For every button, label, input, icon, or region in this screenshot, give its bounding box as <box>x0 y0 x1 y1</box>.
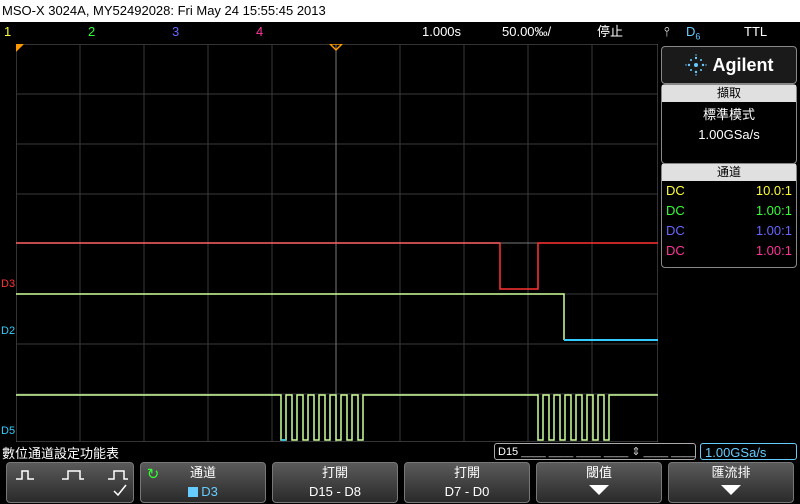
trigger-source: D6 <box>686 22 700 47</box>
open-hi-value: D15 - D8 <box>308 484 362 499</box>
channel-softkey-value-text: D3 <box>201 484 218 499</box>
digital-bus-pattern: ____ ____ ____ ____ ⇕ ____ ____ ____ ⇕ <box>521 446 696 458</box>
channel-probe: 1.00:1 <box>755 223 792 238</box>
ttl-pulse-icon <box>16 470 34 480</box>
softkey-bar: ↻ 通道 D3 打開 D15 - D8 打開 D7 - D0 閾值 匯流排 <box>0 462 800 503</box>
channels-header: 通道 <box>662 164 796 181</box>
channel-probe: 1.00:1 <box>755 203 792 218</box>
timebase-readout: 1.000s <box>422 24 462 39</box>
check-icon <box>113 484 127 497</box>
channel-coupling: DC <box>666 183 685 198</box>
channel-4-indicator[interactable]: 4 <box>256 22 263 42</box>
open-d15-d8-softkey[interactable]: 打開 D15 - D8 <box>272 462 398 503</box>
bus-softkey[interactable]: 匯流排 <box>668 462 794 503</box>
threshold-softkey[interactable]: 閾值 <box>536 462 662 503</box>
open-d7-d0-softkey[interactable]: 打開 D7 - D0 <box>404 462 530 503</box>
channel-softkey-value: D3 <box>141 483 265 501</box>
channel-coupling: DC <box>666 223 685 238</box>
horizontal-position-readout: 50.00‰/ <box>502 24 552 39</box>
chevron-down-icon <box>589 485 609 495</box>
logic-family-icons <box>16 470 128 497</box>
acquisition-panel: 擷取 標準模式 1.00GSa/s <box>661 84 797 164</box>
channel-probe: 10.0:1 <box>755 183 792 198</box>
channel-color-swatch-icon <box>188 487 199 497</box>
channel-select-softkey[interactable]: ↻ 通道 D3 <box>140 462 266 503</box>
channel-row[interactable]: DC 10.0:1 <box>662 181 796 201</box>
trigger-source-prefix: D <box>686 24 696 39</box>
brand-name: Agilent <box>712 54 774 75</box>
trace-label-d5: D5 <box>1 425 16 437</box>
acquisition-header: 擷取 <box>662 85 796 102</box>
status-bar: 1 2 3 4 1.000s 50.00‰/ 停止 ⫯ D6 TTL <box>0 22 800 42</box>
digital-bus-indicator: D15 ____ ____ ____ ____ ⇕ ____ ____ ____… <box>494 443 696 460</box>
open-hi-label: 打開 <box>321 465 348 480</box>
channel-row[interactable]: DC 1.00:1 <box>662 241 796 261</box>
channel-row[interactable]: DC 1.00:1 <box>662 201 796 221</box>
menu-title: 數位通道設定功能表 <box>2 446 120 461</box>
chevron-down-icon <box>721 485 741 495</box>
open-lo-label: 打開 <box>453 465 480 480</box>
refresh-icon: ↻ <box>146 466 160 483</box>
channel-1-indicator[interactable]: 1 <box>4 22 11 42</box>
trigger-source-sub: 6 <box>695 31 701 42</box>
channel-probe: 1.00:1 <box>755 243 792 258</box>
window-title: MSO-X 3024A, MY52492028: Fri May 24 15:5… <box>0 0 800 22</box>
channel-coupling: DC <box>666 243 685 258</box>
channel-row[interactable]: DC 1.00:1 <box>662 221 796 241</box>
brand-logo: Agilent <box>661 46 797 84</box>
acquisition-rate: 1.00GSa/s <box>698 127 760 142</box>
trigger-edge-icon: ⫯ <box>664 24 670 39</box>
waveform-display[interactable] <box>16 44 658 442</box>
acquisition-mode: 標準模式 <box>702 107 755 122</box>
trace-label-d3: D3 <box>1 278 16 290</box>
agilent-spark-icon <box>684 54 707 76</box>
open-lo-value: D7 - D0 <box>444 484 490 499</box>
cmos-pulse-icon <box>62 470 84 480</box>
channel-3-indicator[interactable]: 3 <box>172 22 179 42</box>
channel-coupling: DC <box>666 203 685 218</box>
trace-label-d2: D2 <box>1 325 16 337</box>
trigger-level: TTL <box>744 24 768 39</box>
threshold-presets-softkey[interactable] <box>6 462 134 503</box>
channels-panel: 通道 DC 10.0:1 DC 1.00:1 DC 1.00:1 DC 1.00:1 <box>661 163 797 268</box>
sample-rate-readout: 1.00GSa/s <box>700 443 797 460</box>
digital-bus-left: D15 <box>498 446 519 458</box>
channel-2-indicator[interactable]: 2 <box>88 22 95 42</box>
threshold-label: 閾值 <box>585 465 612 480</box>
bus-label: 匯流排 <box>711 465 751 480</box>
ecl-pulse-icon <box>108 470 128 480</box>
side-panel: Agilent 擷取 標準模式 1.00GSa/s 通道 DC 10.0:1 DC… <box>661 46 797 268</box>
run-state: 停止 <box>597 24 624 39</box>
